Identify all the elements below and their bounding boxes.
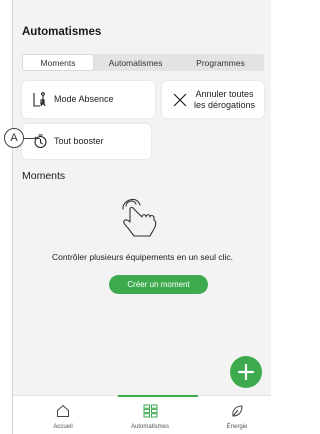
nav-label-automatismes: Automatismes <box>130 424 169 430</box>
create-moment-button[interactable]: Créer un moment <box>109 275 208 294</box>
home-icon <box>57 404 69 417</box>
moments-section-title: Moments <box>22 170 66 182</box>
page-title: Automatismes <box>22 26 102 38</box>
cancel-overrides-card[interactable]: Annuler toutes les dérogations <box>162 81 264 118</box>
nav-label-energie: Énergie <box>226 424 248 430</box>
boost-all-card[interactable]: Tout booster <box>22 124 151 159</box>
tab-programmes[interactable]: Programmes <box>178 55 263 70</box>
app-screen: Automatismes Moments Automatismes Progra… <box>12 0 271 434</box>
cancel-overrides-line1: Annuler toutes <box>195 89 254 100</box>
grid-icon <box>143 404 157 418</box>
close-icon <box>166 90 194 110</box>
leaf-icon <box>232 405 243 417</box>
callout-marker: A <box>4 128 24 148</box>
callout-line <box>24 138 40 139</box>
mode-absence-card[interactable]: Mode Absence <box>22 81 155 118</box>
nav-item-energie[interactable]: Énergie <box>197 396 271 434</box>
tab-automatismes[interactable]: Automatismes <box>93 55 178 70</box>
mode-absence-label: Mode Absence <box>54 94 114 105</box>
cancel-overrides-line2: les dérogations <box>194 99 256 110</box>
moments-info-text: Contrôler plusieurs équipements en un se… <box>52 252 233 262</box>
nav-item-accueil[interactable]: Accueil <box>23 396 103 434</box>
segmented-tabs: Moments Automatismes Programmes <box>22 54 264 71</box>
person-luggage-icon <box>26 90 54 110</box>
hand-tap-icon <box>122 198 157 237</box>
nav-label-accueil: Accueil <box>53 424 73 430</box>
nav-item-automatismes[interactable]: Automatismes <box>110 396 190 434</box>
plus-icon <box>238 364 254 380</box>
bottom-navigation: Accueil Automatismes Énergie <box>13 395 271 434</box>
add-button[interactable] <box>230 356 262 388</box>
cancel-overrides-label: Annuler toutes les dérogations <box>194 89 255 110</box>
boost-all-label: Tout booster <box>54 136 104 147</box>
tab-moments[interactable]: Moments <box>23 55 93 70</box>
timer-boost-icon <box>26 132 54 152</box>
